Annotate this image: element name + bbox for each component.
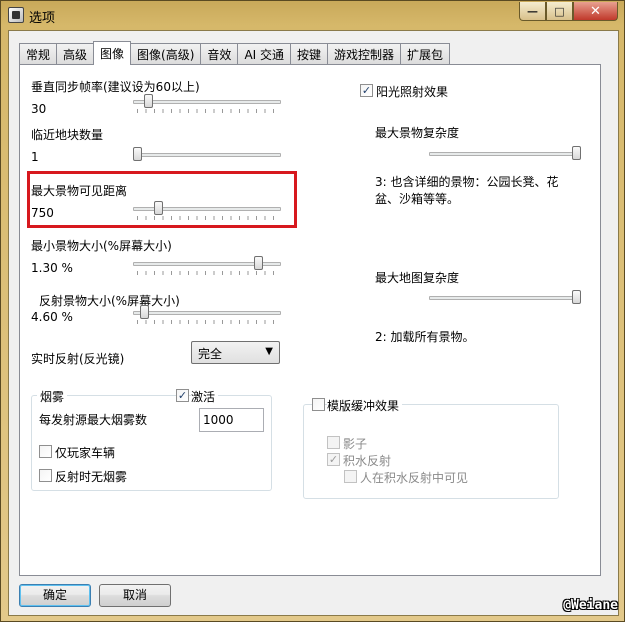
slider-ticks xyxy=(137,320,277,324)
tab-addons[interactable]: 扩展包 xyxy=(400,43,451,64)
graphics-panel: 垂直同步帧率(建议设为60以上) 30 临近地块数量 1 最大景物可见距离 75… xyxy=(19,64,601,576)
chevron-down-icon: ▼ xyxy=(265,346,273,357)
person-in-reflection-label: 人在积水反射中可见 xyxy=(360,471,469,485)
slider-ticks xyxy=(137,271,277,275)
app-icon xyxy=(8,7,24,23)
options-window: 选项 — □ ✕ 常规 高级 图像 图像(高级) 音效 AI 交通 按键 游戏控… xyxy=(0,0,625,622)
reflect-size-slider[interactable] xyxy=(133,305,281,324)
close-icon: ✕ xyxy=(590,3,601,19)
ok-button[interactable]: 确定 xyxy=(19,584,91,607)
tiles-slider[interactable] xyxy=(133,147,281,165)
scenery-complexity-desc: 3: 也含详细的景物：公园长凳、花盆、沙箱等等。 xyxy=(375,175,559,206)
tab-strip: 常规 高级 图像 图像(高级) 音效 AI 交通 按键 游戏控制器 扩展包 xyxy=(19,41,451,65)
tab-keys[interactable]: 按键 xyxy=(290,43,329,64)
slider-thumb[interactable] xyxy=(153,201,163,215)
person-in-reflection-checkbox[interactable] xyxy=(344,470,357,483)
scenery-complexity-label: 最大景物复杂度 xyxy=(375,126,460,140)
tiles-value: 1 xyxy=(31,150,39,164)
terrain-complexity-slider[interactable] xyxy=(429,290,581,308)
cancel-button[interactable]: 取消 xyxy=(99,584,171,607)
water-reflection-label: 积水反射 xyxy=(343,454,392,468)
scenery-complexity-slider[interactable] xyxy=(429,146,581,164)
tab-ai-traffic[interactable]: AI 交通 xyxy=(237,43,292,64)
max-fog-input[interactable]: 1000 xyxy=(199,408,264,432)
sunlight-checkbox[interactable]: ✓ xyxy=(360,84,373,97)
vsync-slider[interactable] xyxy=(133,94,281,113)
vsync-label: 垂直同步帧率(建议设为60以上) xyxy=(31,80,200,94)
minimize-icon: — xyxy=(527,4,538,18)
tab-controller[interactable]: 游戏控制器 xyxy=(327,43,402,64)
max-fog-label: 每发射源最大烟雾数 xyxy=(39,413,148,427)
slider-track xyxy=(133,100,281,104)
maximize-button[interactable]: □ xyxy=(546,2,573,21)
shadow-checkbox[interactable] xyxy=(327,436,340,449)
terrain-complexity-desc: 2: 加载所有景物。 xyxy=(375,330,475,344)
slider-track xyxy=(429,152,581,156)
stencil-checkbox[interactable] xyxy=(312,398,325,411)
player-only-label: 仅玩家车辆 xyxy=(55,446,116,460)
view-distance-slider[interactable] xyxy=(133,201,281,220)
tab-general[interactable]: 常规 xyxy=(19,43,58,64)
minimize-button[interactable]: — xyxy=(519,2,546,21)
maximize-icon: □ xyxy=(554,4,565,18)
select-value: 完全 xyxy=(198,347,223,361)
stencil-label: 模版缓冲效果 xyxy=(327,397,403,414)
terrain-complexity-label: 最大地图复杂度 xyxy=(375,271,460,285)
window-title: 选项 xyxy=(29,11,56,26)
title-bar[interactable]: 选项 — □ ✕ xyxy=(1,1,624,29)
caption-buttons: — □ ✕ xyxy=(519,2,618,21)
shadow-label: 影子 xyxy=(343,437,368,451)
reflect-size-value: 4.60 % xyxy=(31,310,73,324)
slider-thumb[interactable] xyxy=(139,305,149,319)
view-distance-label: 最大景物可见距离 xyxy=(31,184,128,198)
min-size-slider[interactable] xyxy=(133,256,281,275)
slider-thumb[interactable] xyxy=(133,147,142,161)
slider-thumb[interactable] xyxy=(253,256,263,270)
fog-activate-checkbox[interactable]: ✓ xyxy=(176,389,189,402)
no-fog-reflection-checkbox[interactable] xyxy=(39,469,52,482)
fog-group-title: 烟雾 xyxy=(37,388,68,405)
slider-track xyxy=(429,296,581,300)
tab-graphics-advanced[interactable]: 图像(高级) xyxy=(130,43,202,64)
player-only-checkbox[interactable] xyxy=(39,445,52,458)
tab-graphics[interactable]: 图像 xyxy=(93,41,132,65)
slider-ticks xyxy=(137,109,277,113)
slider-thumb[interactable] xyxy=(572,146,581,160)
min-size-value: 1.30 % xyxy=(31,261,73,275)
realtime-reflection-label: 实时反射(反光镜) xyxy=(31,352,125,366)
watermark: @Weiane xyxy=(563,598,618,613)
min-size-label: 最小景物大小(%屏幕大小) xyxy=(31,239,172,253)
view-distance-value: 750 xyxy=(31,206,54,220)
slider-track xyxy=(133,311,281,315)
close-button[interactable]: ✕ xyxy=(573,2,618,21)
water-reflection-checkbox[interactable]: ✓ xyxy=(327,453,340,466)
slider-thumb[interactable] xyxy=(572,290,581,304)
vsync-value: 30 xyxy=(31,102,47,116)
fog-activate-label: 激活 xyxy=(191,388,219,405)
tiles-label: 临近地块数量 xyxy=(31,128,104,142)
slider-thumb[interactable] xyxy=(144,94,154,108)
sunlight-label: 阳光照射效果 xyxy=(376,85,449,99)
no-fog-reflection-label: 反射时无烟雾 xyxy=(55,470,128,484)
tab-advanced[interactable]: 高级 xyxy=(56,43,95,64)
dialog-client: 常规 高级 图像 图像(高级) 音效 AI 交通 按键 游戏控制器 扩展包 垂直… xyxy=(8,30,619,616)
realtime-reflection-select[interactable]: 完全 ▼ xyxy=(191,341,280,364)
tab-sound[interactable]: 音效 xyxy=(200,43,239,64)
slider-ticks xyxy=(137,216,277,220)
slider-track xyxy=(133,153,281,157)
